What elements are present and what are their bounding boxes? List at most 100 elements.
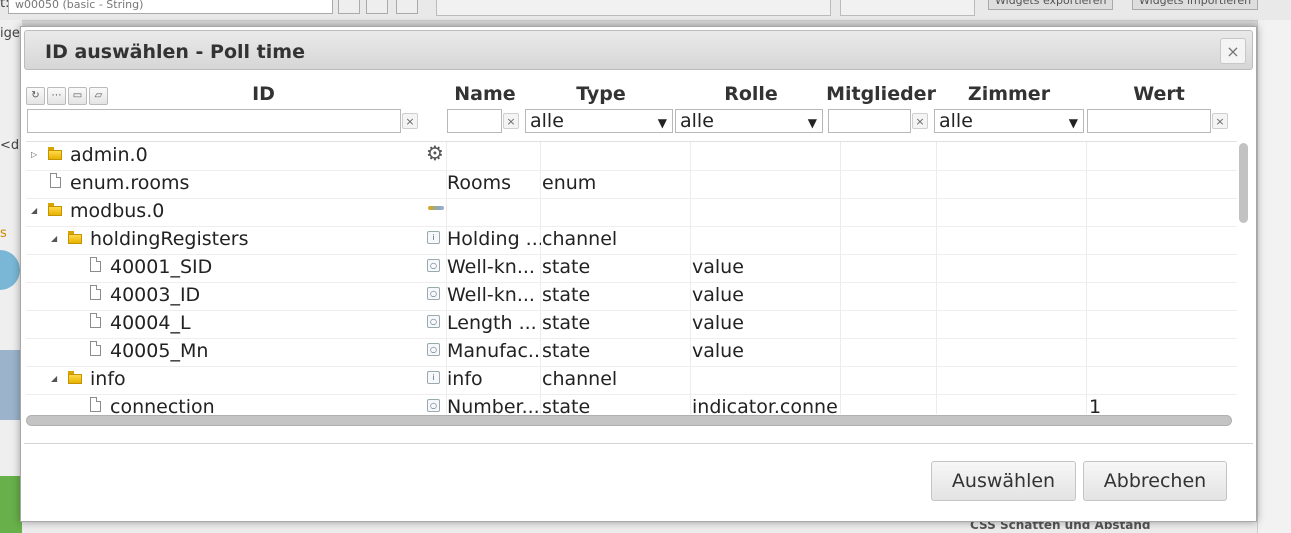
channel-info-icon: i <box>427 231 440 244</box>
folder-expand-icon[interactable]: ▱ <box>89 87 108 105</box>
row-name: Rooms <box>447 172 512 194</box>
state-icon: ○ <box>427 315 440 328</box>
tree-row[interactable]: ◢ modbus.0 <box>26 198 1237 227</box>
expand-toggle-icon[interactable]: ▷ <box>31 151 39 159</box>
file-icon <box>90 285 101 300</box>
folder-collapse-icon[interactable]: ▭ <box>68 87 87 105</box>
chevron-down-icon: ▼ <box>657 116 667 130</box>
close-button[interactable]: × <box>1220 38 1246 64</box>
row-type: state <box>542 396 591 415</box>
tree-row[interactable]: ▷ admin.0 ⚙ <box>26 142 1237 171</box>
vertical-scrollbar-thumb[interactable] <box>1239 143 1248 223</box>
collapse-toggle-icon[interactable]: ◢ <box>51 375 59 383</box>
refresh-icon[interactable]: ↻ <box>26 87 45 105</box>
row-value: 1 <box>1089 396 1102 415</box>
type-filter-value: alle <box>530 110 564 132</box>
members-filter-clear-button[interactable]: × <box>912 113 928 129</box>
value-filter-input[interactable] <box>1087 109 1211 133</box>
row-id: 40001_SID <box>110 256 213 278</box>
members-filter-input[interactable] <box>828 109 911 133</box>
column-header-role[interactable]: Rolle <box>676 83 826 105</box>
row-type: enum <box>542 172 597 194</box>
gear-icon: ⚙ <box>426 141 444 165</box>
list-icon[interactable]: ⋯ <box>47 87 66 105</box>
close-icon: × <box>1226 42 1240 61</box>
column-header-name[interactable]: Name <box>446 83 524 105</box>
row-id: 40004_L <box>110 312 191 334</box>
id-filter-clear-button[interactable]: × <box>402 113 418 129</box>
state-icon: ○ <box>427 259 440 272</box>
tree-toolbar: ↻ ⋯ ▭ ▱ <box>26 87 110 105</box>
row-name: Number... <box>447 396 540 415</box>
background-left-label: t: <box>0 0 10 11</box>
row-name: Manufac... <box>447 340 541 362</box>
row-id: 40003_ID <box>110 284 201 306</box>
row-role: indicator.conne <box>692 396 838 415</box>
collapse-toggle-icon[interactable]: ◢ <box>51 235 59 243</box>
tree-row[interactable]: connection ○ Number... state indicator.c… <box>26 394 1237 415</box>
chevron-down-icon: ▼ <box>807 116 817 130</box>
file-icon <box>90 257 101 272</box>
tree-row[interactable]: 40001_SID ○ Well-kn... state value <box>26 254 1237 283</box>
tree-row[interactable]: ◢ info i info channel <box>26 366 1237 395</box>
tree-row[interactable]: 40005_Mn ○ Manufac... state value <box>26 338 1237 367</box>
file-icon <box>50 173 61 188</box>
collapse-toggle-icon[interactable]: ◢ <box>31 207 39 215</box>
row-type: state <box>542 340 591 362</box>
type-filter-select[interactable]: alle ▼ <box>525 109 673 133</box>
row-id: modbus.0 <box>70 200 165 222</box>
row-type: state <box>542 284 591 306</box>
background-left-label: s <box>0 226 7 241</box>
row-type: state <box>542 256 591 278</box>
tree-row[interactable]: ◢ holdingRegisters i Holding ... channel <box>26 226 1237 255</box>
tree-row[interactable]: 40004_L ○ Length ... state value <box>26 310 1237 339</box>
name-filter-input[interactable] <box>447 109 502 133</box>
id-filter-input[interactable] <box>27 109 401 133</box>
column-header-id[interactable]: ID <box>121 83 406 105</box>
background-export-button[interactable]: Widgets exportieren <box>988 0 1114 10</box>
row-type: channel <box>542 228 618 250</box>
folder-icon <box>68 231 82 244</box>
background-import-button[interactable]: Widgets importieren <box>1132 0 1259 10</box>
channel-info-icon: i <box>427 371 440 384</box>
row-id: holdingRegisters <box>90 228 249 250</box>
row-name: info <box>447 368 483 390</box>
background-delete-button[interactable] <box>338 0 360 14</box>
chevron-down-icon: ▼ <box>1068 116 1078 130</box>
column-header-type[interactable]: Type <box>526 83 676 105</box>
tree-row[interactable]: 40003_ID ○ Well-kn... state value <box>26 282 1237 311</box>
object-tree[interactable]: ▷ admin.0 ⚙ enum.rooms Rooms enum ◢ modb… <box>26 141 1237 415</box>
role-filter-value: alle <box>680 110 714 132</box>
column-header-rooms[interactable]: Zimmer <box>934 83 1084 105</box>
name-filter-clear-button[interactable]: × <box>503 113 519 129</box>
row-type: state <box>542 312 591 334</box>
row-id: info <box>90 368 126 390</box>
footer-divider <box>24 443 1253 444</box>
dialog-titlebar[interactable]: ID auswählen - Poll time × <box>24 30 1253 70</box>
folder-icon <box>48 203 62 216</box>
horizontal-scrollbar[interactable] <box>26 415 1232 426</box>
background-widget-select[interactable]: w00050 (basic - String) <box>8 0 333 14</box>
dialog-title: ID auswählen - Poll time <box>45 41 305 63</box>
row-role: value <box>692 312 744 334</box>
column-header-value[interactable]: Wert <box>1084 83 1234 105</box>
state-icon: ○ <box>427 343 440 356</box>
background-copy-button[interactable] <box>366 0 388 14</box>
rooms-filter-select[interactable]: alle ▼ <box>934 109 1084 133</box>
background-info-button[interactable] <box>396 0 418 14</box>
tree-row[interactable]: enum.rooms Rooms enum <box>26 170 1237 199</box>
rooms-filter-value: alle <box>939 110 973 132</box>
folder-icon <box>48 147 62 160</box>
role-filter-select[interactable]: alle ▼ <box>675 109 823 133</box>
background-right-panel <box>1257 20 1291 533</box>
row-id: connection <box>110 396 215 415</box>
background-thumbnail <box>0 350 20 420</box>
select-button[interactable]: Auswählen <box>931 461 1076 501</box>
row-id: admin.0 <box>70 144 148 166</box>
cancel-button[interactable]: Abbrechen <box>1083 461 1227 501</box>
row-id: enum.rooms <box>70 172 190 194</box>
file-icon <box>90 397 101 412</box>
row-name: Well-kn... <box>447 284 535 306</box>
column-header-members[interactable]: Mitglieder <box>826 83 936 105</box>
value-filter-clear-button[interactable]: × <box>1212 113 1228 129</box>
